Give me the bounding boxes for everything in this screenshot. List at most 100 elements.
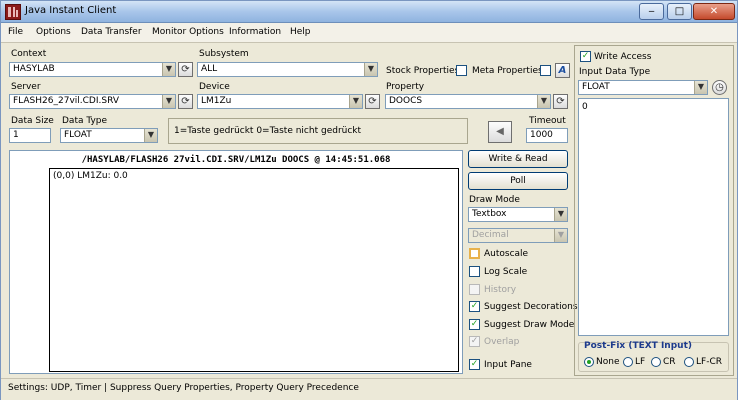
history-checkbox[interactable] <box>469 284 480 295</box>
stock-properties-label: Stock Properties <box>386 66 460 76</box>
context-combo[interactable]: HASYLAB ▼ <box>9 62 176 77</box>
menu-help[interactable]: Help <box>290 27 311 37</box>
device-refresh-button[interactable]: ⟳ <box>365 94 380 109</box>
poll-button[interactable]: Poll <box>468 172 568 190</box>
data-size-field[interactable]: 1 <box>9 128 51 143</box>
device-value: LM1Zu <box>201 96 232 106</box>
chevron-down-icon: ▼ <box>694 81 707 94</box>
main-window: Java Instant Client ‒ □ ✕ File Options D… <box>0 0 738 400</box>
chevron-down-icon: ▼ <box>349 95 362 108</box>
property-label: Property <box>386 82 425 92</box>
postfix-lf-cr-label: LF-CR <box>696 357 722 367</box>
postfix-group: Post-Fix (TEXT Input) None LF CR LF-CR <box>578 341 729 372</box>
input-pane-checkbox[interactable]: ✓ <box>469 359 480 370</box>
status-text: Settings: UDP, Timer | Suppress Query Pr… <box>8 383 359 393</box>
chevron-down-icon: ▼ <box>364 63 377 76</box>
close-button[interactable]: ✕ <box>693 3 735 20</box>
stock-properties-checkbox[interactable] <box>456 65 467 76</box>
draw-mode-value: Textbox <box>472 209 507 219</box>
format-combo[interactable]: Decimal ▼ <box>468 228 568 243</box>
postfix-cr-radio[interactable] <box>651 357 661 367</box>
context-value: HASYLAB <box>13 64 55 74</box>
clock-icon: ◷ <box>715 82 724 93</box>
history-label: History <box>484 285 517 295</box>
timeout-field[interactable]: 1000 <box>526 128 568 143</box>
chevron-down-icon: ▼ <box>554 229 567 242</box>
log-scale-label: Log Scale <box>484 267 528 277</box>
chevron-down-icon: ▼ <box>162 95 175 108</box>
autoscale-checkbox[interactable] <box>469 248 480 259</box>
input-value-area[interactable]: 0 <box>578 98 729 336</box>
data-type-value: FLOAT <box>64 130 92 140</box>
info-text: 1=Taste gedrückt 0=Taste nicht gedrückt <box>174 126 362 136</box>
device-combo[interactable]: LM1Zu ▼ <box>197 94 363 109</box>
device-label: Device <box>199 82 230 92</box>
title-bar[interactable]: Java Instant Client ‒ □ ✕ <box>1 1 737 23</box>
write-access-checkbox[interactable]: ✓ <box>580 51 591 62</box>
menu-data-transfer[interactable]: Data Transfer <box>81 27 142 37</box>
postfix-none-label: None <box>596 357 620 367</box>
autoscale-label: Autoscale <box>484 249 529 259</box>
data-size-label: Data Size <box>11 116 54 126</box>
postfix-cr-label: CR <box>663 357 676 367</box>
postfix-lf-cr-radio[interactable] <box>684 357 694 367</box>
overlap-label: Overlap <box>484 337 520 347</box>
maximize-button[interactable]: □ <box>667 3 692 20</box>
postfix-lf-label: LF <box>635 357 646 367</box>
server-combo[interactable]: FLASH26_27vil.CDI.SRV ▼ <box>9 94 176 109</box>
chevron-down-icon: ▼ <box>537 95 550 108</box>
suggest-decorations-checkbox[interactable]: ✓ <box>469 301 480 312</box>
text-box[interactable]: (0,0) LM1Zu: 0.0 <box>49 168 459 372</box>
server-value: FLASH26_27vil.CDI.SRV <box>13 96 119 106</box>
meta-properties-label: Meta Properties <box>472 66 543 76</box>
format-value: Decimal <box>472 230 509 240</box>
context-label: Context <box>11 49 47 59</box>
refresh-icon: ⟳ <box>181 64 190 75</box>
suggest-decorations-label: Suggest Decorations <box>484 302 578 312</box>
menu-file[interactable]: File <box>8 27 23 37</box>
refresh-icon: ⟳ <box>556 96 565 107</box>
a-button[interactable]: A <box>555 63 570 78</box>
input-data-type-value: FLOAT <box>582 82 610 92</box>
postfix-title: Post-Fix (TEXT Input) <box>584 341 692 351</box>
subsystem-combo[interactable]: ALL ▼ <box>197 62 378 77</box>
menu-bar: File Options Data Transfer Monitor Optio… <box>1 23 737 43</box>
overlap-checkbox[interactable]: ✓ <box>469 336 480 347</box>
back-button[interactable]: ◀ <box>488 121 512 143</box>
postfix-none-radio[interactable] <box>584 357 594 367</box>
context-refresh-button[interactable]: ⟳ <box>178 62 193 77</box>
input-data-type-label: Input Data Type <box>579 67 651 77</box>
display-line: (0,0) LM1Zu: 0.0 <box>53 171 128 181</box>
draw-mode-combo[interactable]: Textbox ▼ <box>468 207 568 222</box>
chevron-down-icon: ▼ <box>554 208 567 221</box>
input-data-type-combo[interactable]: FLOAT ▼ <box>578 80 708 95</box>
write-read-button[interactable]: Write & Read <box>468 150 568 168</box>
postfix-lf-radio[interactable] <box>623 357 633 367</box>
input-pane-label: Input Pane <box>484 360 532 370</box>
meta-properties-checkbox[interactable] <box>540 65 551 76</box>
property-value: DOOCS <box>389 96 423 106</box>
draw-mode-label: Draw Mode <box>469 195 520 205</box>
refresh-icon: ⟳ <box>368 96 377 107</box>
app-logo-icon <box>5 4 21 20</box>
suggest-draw-mode-label: Suggest Draw Mode <box>484 320 575 330</box>
menu-information[interactable]: Information <box>229 27 281 37</box>
log-scale-checkbox[interactable] <box>469 266 480 277</box>
clock-button[interactable]: ◷ <box>712 80 727 95</box>
refresh-icon: ⟳ <box>181 96 190 107</box>
data-type-label: Data Type <box>62 116 108 126</box>
write-access-label: Write Access <box>594 52 652 62</box>
property-refresh-button[interactable]: ⟳ <box>553 94 568 109</box>
server-refresh-button[interactable]: ⟳ <box>178 94 193 109</box>
chevron-down-icon: ▼ <box>144 129 157 142</box>
property-combo[interactable]: DOOCS ▼ <box>385 94 551 109</box>
menu-monitor-options[interactable]: Monitor Options <box>152 27 224 37</box>
suggest-draw-mode-checkbox[interactable]: ✓ <box>469 319 480 330</box>
subsystem-value: ALL <box>201 64 218 74</box>
data-type-combo[interactable]: FLOAT ▼ <box>60 128 158 143</box>
info-panel: 1=Taste gedrückt 0=Taste nicht gedrückt <box>168 118 468 144</box>
subsystem-label: Subsystem <box>199 49 249 59</box>
timeout-label: Timeout <box>529 116 566 126</box>
menu-options[interactable]: Options <box>36 27 71 37</box>
minimize-button[interactable]: ‒ <box>639 3 664 20</box>
